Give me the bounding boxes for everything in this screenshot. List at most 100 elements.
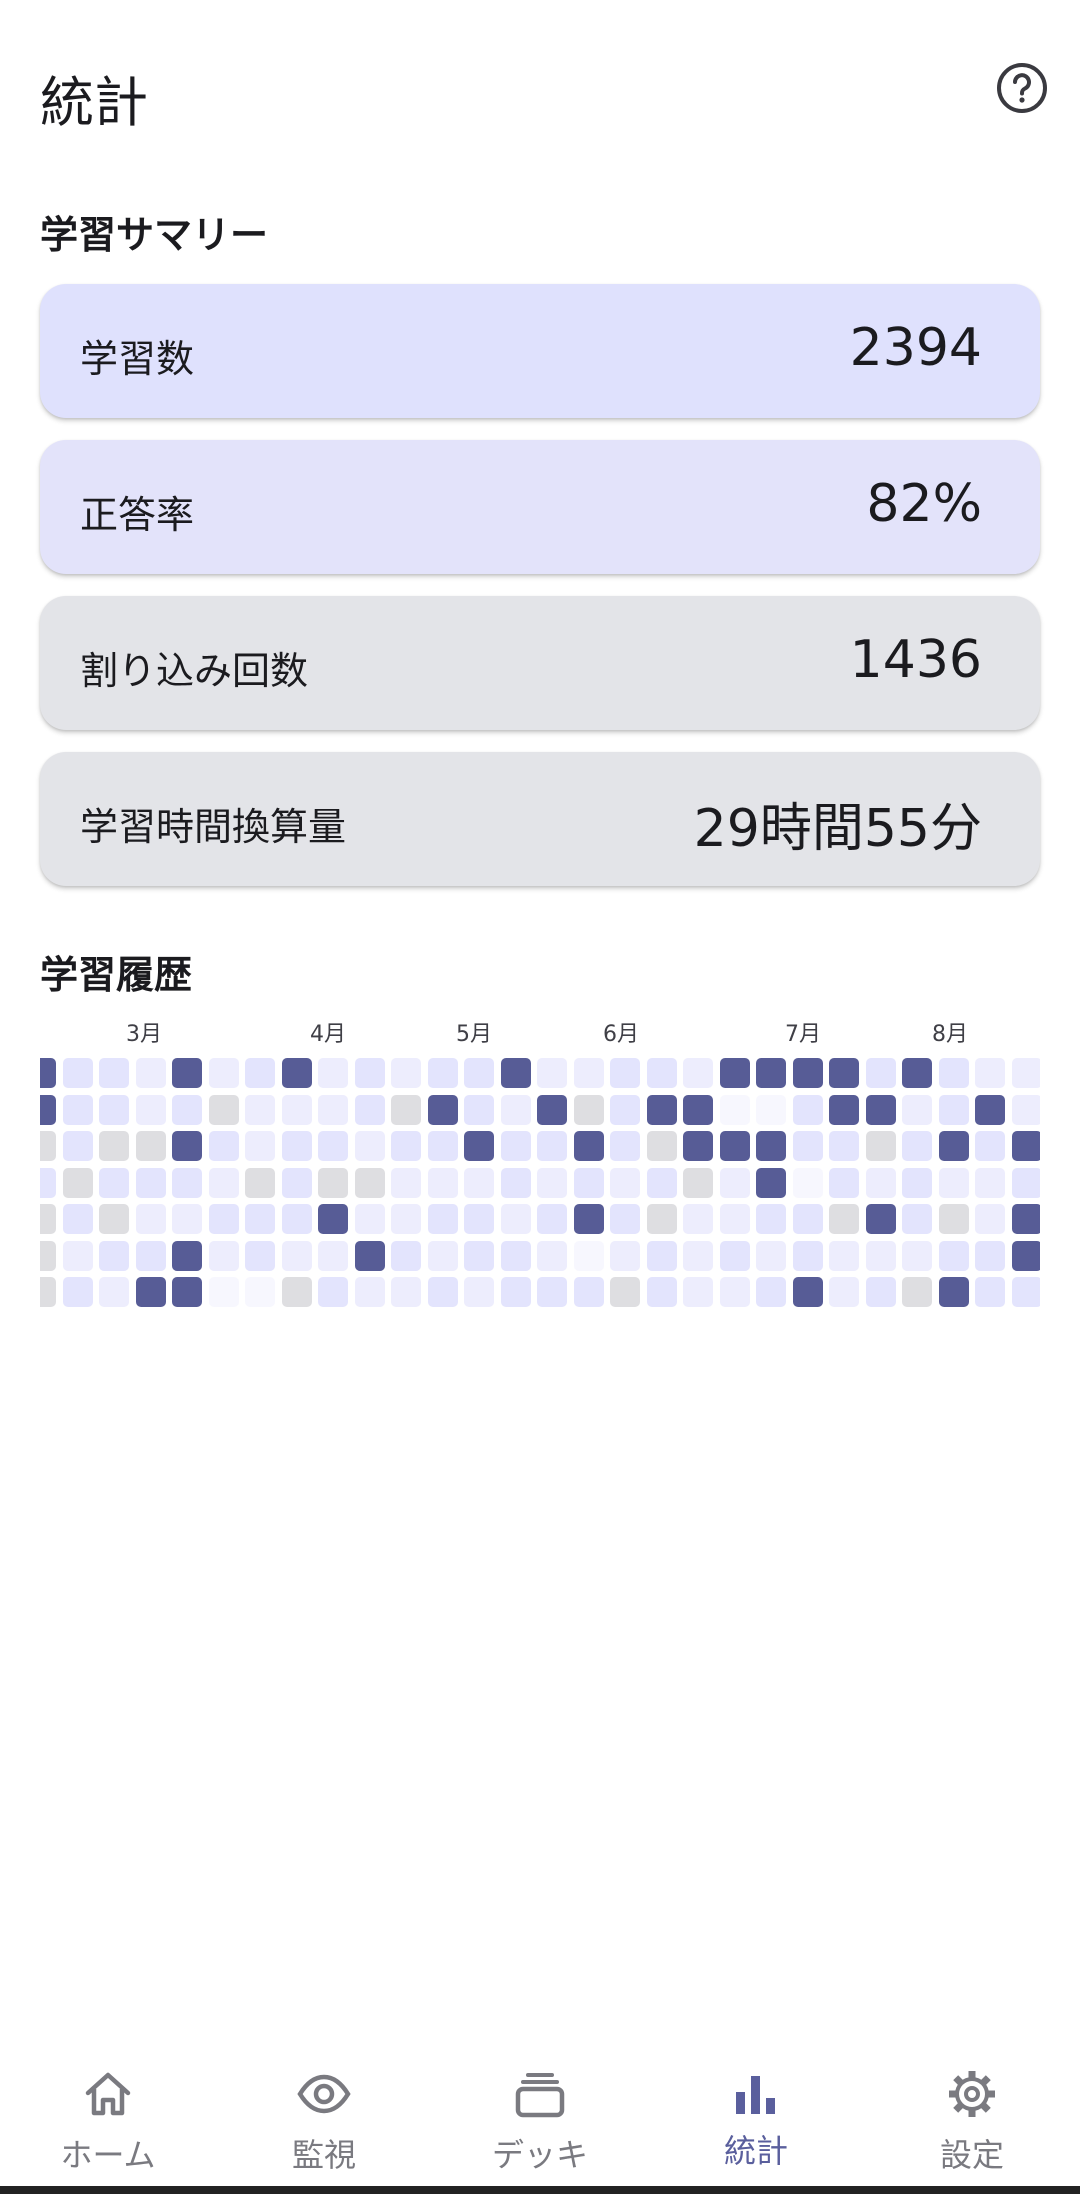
heatmap-cell (318, 1167, 348, 1198)
heatmap-cell (500, 1204, 531, 1234)
heatmap-cell (719, 1058, 750, 1088)
heatmap-cell (829, 1094, 859, 1125)
heatmap-cell (683, 1094, 713, 1125)
month-label: 3月 (126, 1022, 162, 1047)
heatmap-cell (135, 1094, 166, 1125)
heatmap-cell (208, 1058, 239, 1088)
nav-label: ホーム (60, 2136, 156, 2174)
heatmap-cell (354, 1204, 385, 1234)
heatmap-cell (354, 1277, 385, 1307)
heatmap-cell (208, 1094, 239, 1125)
heatmap-cell (391, 1240, 421, 1271)
heatmap-cell (427, 1131, 458, 1161)
heatmap-cell (245, 1277, 275, 1307)
summary-card-label: 正答率 (80, 493, 195, 537)
nav-label: 統計 (723, 2132, 788, 2170)
heatmap-cell (683, 1167, 713, 1198)
heatmap-cell (829, 1131, 859, 1161)
heatmap-cell (135, 1240, 166, 1271)
heatmap-cell (99, 1094, 129, 1125)
heatmap-cell (40, 1131, 56, 1161)
heatmap-cell (354, 1094, 385, 1125)
summary-card-value: 2394 (849, 318, 982, 378)
heatmap-cell (865, 1167, 896, 1198)
nav-item-deck[interactable]: デッキ (432, 2030, 648, 2190)
heatmap-cell (281, 1058, 312, 1088)
bar-chart-icon (736, 2076, 775, 2114)
nav-item-settings[interactable]: 設定 (864, 2030, 1080, 2190)
heatmap-cell (1011, 1277, 1040, 1307)
summary-card-value: 1436 (849, 630, 982, 690)
heatmap-cell (208, 1204, 239, 1234)
heatmap-cell (318, 1094, 348, 1125)
heatmap-cell (865, 1058, 896, 1088)
month-label: 4月 (310, 1022, 346, 1047)
heatmap-cell (537, 1131, 567, 1161)
gear-icon (949, 2071, 995, 2117)
eye-icon (297, 2074, 351, 2114)
heatmap-cell (573, 1204, 604, 1234)
nav-label: 監視 (291, 2136, 356, 2174)
heatmap-cell (281, 1204, 312, 1234)
heatmap-cell (865, 1131, 896, 1161)
heatmap-cell (99, 1277, 129, 1307)
heatmap-cell (975, 1094, 1005, 1125)
heatmap-cell (354, 1131, 385, 1161)
heatmap-cell (172, 1131, 202, 1161)
summary-card-label: 学習数 (80, 337, 195, 381)
heatmap-cell (902, 1204, 932, 1234)
nav-item-stats[interactable]: 統計 (648, 2030, 864, 2190)
heatmap-cell (756, 1058, 786, 1088)
heatmap-cell (500, 1058, 531, 1088)
heatmap-cell (464, 1277, 494, 1307)
heatmap-cell (756, 1204, 786, 1234)
heatmap-cell (464, 1094, 494, 1125)
heatmap-cell (792, 1058, 823, 1088)
heatmap-cell (537, 1167, 567, 1198)
heatmap-cell (245, 1094, 275, 1125)
heatmap-cell (792, 1094, 823, 1125)
heatmap-cell (281, 1240, 312, 1271)
heatmap-cell (719, 1240, 750, 1271)
heatmap-cell (318, 1058, 348, 1088)
heatmap-cell (975, 1167, 1005, 1198)
summary-card-accuracy: 正答率 82% (40, 440, 1040, 574)
heatmap-cell (318, 1204, 348, 1234)
heatmap-cell (719, 1094, 750, 1125)
heatmap-cell (902, 1240, 932, 1271)
heatmap-cell (500, 1277, 531, 1307)
heatmap-cell (40, 1094, 56, 1125)
heatmap-cell (99, 1167, 129, 1198)
heatmap-cell (135, 1167, 166, 1198)
heatmap-cell (281, 1094, 312, 1125)
heatmap-cell (975, 1131, 1005, 1161)
heatmap-cell (500, 1240, 531, 1271)
heatmap-cell (756, 1094, 786, 1125)
heatmap-cell (62, 1058, 93, 1088)
heatmap-cell (719, 1167, 750, 1198)
heatmap-cell (792, 1240, 823, 1271)
help-circle-icon[interactable] (994, 60, 1050, 116)
heatmap-cell (391, 1204, 421, 1234)
heatmap-cell (62, 1094, 93, 1125)
heatmap-cell (902, 1277, 932, 1307)
summary-section-title: 学習サマリー (40, 213, 269, 257)
heatmap-cell (646, 1058, 677, 1088)
heatmap-cell (938, 1277, 969, 1307)
heatmap-cell (646, 1131, 677, 1161)
nav-item-monitor[interactable]: 監視 (216, 2030, 432, 2190)
heatmap-cell (62, 1240, 93, 1271)
heatmap-cell (208, 1240, 239, 1271)
heatmap-cell (610, 1277, 640, 1307)
nav-item-home[interactable]: ホーム (0, 2030, 216, 2190)
heatmap-cell (99, 1204, 129, 1234)
heatmap-cell (938, 1131, 969, 1161)
heatmap-cell (40, 1058, 56, 1088)
heatmap-cell (172, 1058, 202, 1088)
heatmap-cell (573, 1167, 604, 1198)
heatmap-cell (610, 1204, 640, 1234)
heatmap-cell (172, 1240, 202, 1271)
heatmap-cell (427, 1167, 458, 1198)
heatmap-cell (135, 1204, 166, 1234)
heatmap-cell (756, 1277, 786, 1307)
